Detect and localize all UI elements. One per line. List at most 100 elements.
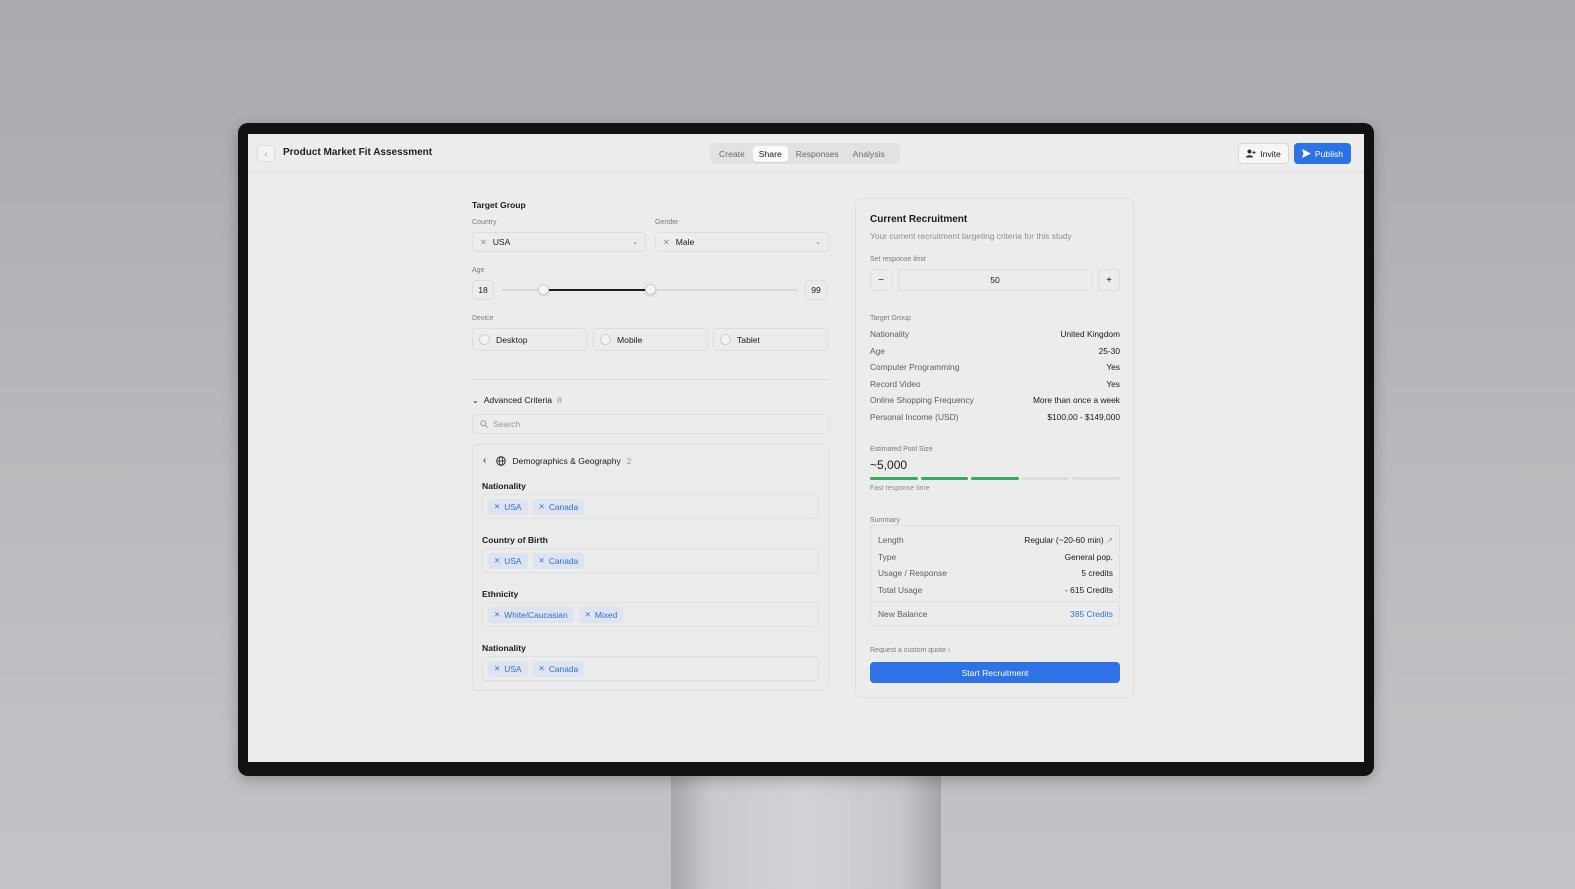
chip-usa[interactable]: ✕ USA [488,552,528,569]
advanced-criteria-toggle[interactable]: ⌄ Advanced Criteria 8 [472,395,562,405]
row-key: Usage / Response [878,568,947,578]
chip-label: White/Caucasian [504,609,568,620]
send-icon [1301,149,1311,158]
age-min-input[interactable]: 18 [472,280,494,300]
age-max-input[interactable]: 99 [805,280,827,300]
start-recruitment-button[interactable]: Start Recruitment [870,662,1120,683]
increment-button[interactable]: + [1098,269,1120,291]
device-option-desktop[interactable]: Desktop [472,328,587,351]
external-link-icon[interactable]: ↗ [1106,535,1113,545]
pool-size-value: ~5,000 [870,458,908,472]
criterion-chips-nationality[interactable]: ✕ USA ✕ Canada [482,494,819,519]
pool-meter-segment [1021,477,1070,480]
tab-analysis[interactable]: Analysis [847,146,891,162]
row-value: General pop. [1064,552,1113,562]
criterion-chips-ethnicity[interactable]: ✕ White/Caucasian ✕ Mixed [482,602,819,627]
decrement-button[interactable]: − [870,269,892,291]
radio-icon [720,334,731,345]
pool-meter-segment [870,477,918,480]
age-slider-range [543,289,650,291]
chip-canada[interactable]: ✕ Canada [532,660,585,677]
pool-size-label: Estimated Pool Size [870,446,933,453]
row-key: Length [878,535,904,545]
chip-mixed[interactable]: ✕ Mixed [578,606,624,623]
chevron-down-icon: ⌄ [632,239,638,246]
row-value: Regular (~20-60 min) ↗ [1024,535,1113,545]
criteria-search-input[interactable]: Search [472,414,829,434]
radio-icon [479,334,490,345]
tab-share[interactable]: Share [752,145,788,162]
country-select[interactable]: ✕ USA ⌄ [472,232,646,252]
chip-usa[interactable]: ✕ USA [488,498,528,515]
criterion-chips-country-of-birth[interactable]: ✕ USA ✕ Canada [482,548,819,573]
chevron-down-icon: ⌄ [815,239,821,246]
remove-icon[interactable]: ✕ [539,502,545,511]
device-option-tablet[interactable]: Tablet [713,328,828,351]
row-value: 25-30 [1098,346,1120,356]
recruitment-subtitle: Your current recruitment targeting crite… [870,231,1072,241]
remove-icon[interactable]: ✕ [494,664,500,673]
publish-button[interactable]: Publish [1294,143,1351,164]
recruitment-card: Current Recruitment Your current recruit… [855,198,1134,698]
gender-select[interactable]: ✕ Male ⌄ [655,232,829,252]
chip-canada[interactable]: ✕ Canada [532,498,585,515]
invite-button[interactable]: Invite [1238,143,1289,164]
search-placeholder: Search [493,419,521,429]
criteria-panel: ‹ Demographics & Geography 2 Nationality… [472,444,829,691]
gender-label: Gender [655,219,679,226]
tab-responses[interactable]: Responses [790,146,845,162]
chip-canada[interactable]: ✕ Canada [532,552,585,569]
tab-create[interactable]: Create [713,146,751,162]
criterion-chips-nationality-2[interactable]: ✕ USA ✕ Canada [482,656,819,681]
summary-row: Length Regular (~20-60 min) ↗ [878,535,1113,545]
advanced-criteria-count: 8 [557,395,562,405]
custom-quote-link[interactable]: Request a custom quote › [870,647,950,654]
row-value: - 615 Credits [1065,585,1113,595]
clear-icon[interactable]: ✕ [480,238,487,247]
globe-icon [496,455,507,466]
remove-icon[interactable]: ✕ [494,610,500,619]
chevron-left-icon[interactable]: ‹ [483,455,486,466]
country-value: USA [492,237,511,247]
device-option-mobile[interactable]: Mobile [593,328,708,351]
pool-meter-segment [920,477,969,480]
criterion-label-nationality-2: Nationality [482,643,526,653]
chevron-right-icon: › [947,647,951,654]
summary-label: Summary [870,517,900,524]
age-slider-thumb-min[interactable] [537,284,549,295]
chevron-left-icon: ‹ [264,148,268,159]
search-icon [480,420,488,428]
chip-usa[interactable]: ✕ USA [488,660,528,677]
device-label: Device [472,315,494,322]
criterion-label-ethnicity: Ethnicity [482,589,519,599]
row-key: Total Usage [878,585,923,595]
response-limit-input[interactable]: 50 [898,269,1092,291]
top-bar: ‹ Product Market Fit Assessment Create S… [248,134,1364,172]
remove-icon[interactable]: ✕ [585,610,591,619]
device-label-tablet: Tablet [737,334,760,345]
target-row: Personal Income (USD) $100,00 - $149,000 [870,412,1120,422]
summary-row: Usage / Response 5 credits [878,568,1113,578]
age-label: Age [472,267,485,274]
row-value: United Kingdom [1060,329,1120,339]
clear-icon[interactable]: ✕ [663,238,670,247]
row-key: Nationality [870,329,910,339]
age-slider-thumb-max[interactable] [644,284,656,295]
page-title: Product Market Fit Assessment [283,147,433,158]
back-button[interactable]: ‹ [257,145,275,162]
summary-row: Type General pop. [878,552,1113,562]
device-label-desktop: Desktop [496,334,528,345]
remove-icon[interactable]: ✕ [494,502,500,511]
row-key: Age [870,346,885,356]
summary-row: Total Usage - 615 Credits [878,585,1113,595]
remove-icon[interactable]: ✕ [494,556,500,565]
invite-label: Invite [1260,148,1281,159]
chip-white-caucasian[interactable]: ✕ White/Caucasian [488,606,574,623]
remove-icon[interactable]: ✕ [539,556,545,565]
publish-label: Publish [1314,148,1344,159]
remove-icon[interactable]: ✕ [539,664,545,673]
target-row: Online Shopping Frequency More than once … [870,395,1120,405]
category-header[interactable]: ‹ Demographics & Geography 2 [483,455,632,466]
radio-icon [600,334,611,345]
row-key: New Balance [878,609,928,619]
